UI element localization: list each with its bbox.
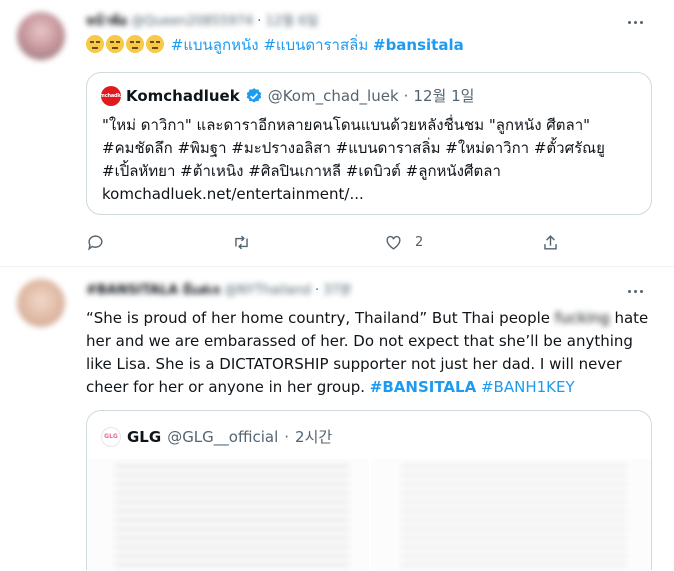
quoted-timestamp[interactable]: 12월 1일 (413, 85, 474, 106)
hashtag-link[interactable]: #bansitala (373, 36, 464, 54)
separator-dot: · (403, 86, 409, 105)
handle[interactable]: @NYThailand (224, 283, 311, 298)
separator-dot: · (314, 283, 320, 298)
separator-dot: · (257, 14, 262, 29)
quoted-handle[interactable]: @GLG__official (167, 428, 278, 446)
avatar[interactable] (17, 12, 65, 60)
quoted-tweet-card[interactable]: komchadluek Komchadluek @Kom_chad_luek ·… (86, 72, 652, 215)
expressionless-face-icon (106, 35, 124, 53)
timestamp[interactable]: 12월 6일 (266, 14, 319, 29)
expressionless-face-icon (126, 35, 144, 53)
censored-word: fucking (554, 309, 610, 327)
quoted-image-left[interactable] (87, 459, 369, 571)
tweet-text-line: like Lisa. She is a DICTATORSHIP support… (86, 355, 622, 373)
tweet-1[interactable]: หน้าพ้อ @Queen20855974 · 12월 6일 #แบนลูกห… (0, 0, 674, 266)
komchadluek-logo-icon: komchadluek (93, 85, 129, 106)
quoted-display-name[interactable]: GLG (127, 428, 161, 446)
hashtag-link[interactable]: #BANSITALA (370, 378, 476, 396)
share-icon (544, 234, 557, 250)
reply-icon (88, 234, 103, 251)
expressionless-face-icon (86, 35, 104, 53)
expressionless-face-icon (146, 35, 164, 53)
display-name[interactable]: หน้าพ้อ (86, 14, 127, 29)
separator-dot: · (284, 427, 290, 446)
share-button[interactable] (541, 230, 560, 254)
quoted-text-line: "ใหม่ ดาวิกา" และดาราอีกหลายคนโดนแบนด้วย… (102, 116, 591, 134)
reply-button[interactable] (86, 230, 105, 254)
tweet-2[interactable]: #BANSITALA มีแต่เจ @NYThailand · 37분 “Sh… (0, 267, 674, 571)
glg-logo-icon: GLG (101, 426, 121, 447)
tweet-text-line: cheer for her or anyone in her group. #B… (86, 376, 575, 399)
quoted-text-line: #เปิ้ลหัทยา #ต้าเหนิง #ศิลปินเกาหลี #เดบ… (102, 162, 501, 180)
quoted-tweet-card[interactable]: GLG GLG @GLG__official · 2시간 (86, 410, 652, 571)
like-button[interactable]: 2 (384, 230, 423, 254)
quoted-timestamp[interactable]: 2시간 (295, 426, 332, 447)
hashtag-link[interactable]: #แบนลูกหนัง (171, 36, 259, 54)
tweet-text-line: “She is proud of her home country, Thail… (86, 307, 648, 330)
tweet-text: #แบนลูกหนัง #แบนดาราสลิ่ม #bansitala (86, 34, 464, 57)
more-options-button[interactable] (620, 12, 650, 32)
timestamp[interactable]: 37분 (323, 283, 352, 298)
text-segment: “She is proud of her home country, Thail… (86, 309, 555, 327)
avatar[interactable] (17, 279, 65, 327)
tweet-text-line: her and we are embarassed of her. Do not… (86, 332, 633, 350)
retweet-icon (235, 235, 248, 249)
handle[interactable]: @Queen20855974 (131, 14, 253, 29)
quoted-text-line: #คมชัดลึก #พิมฐา #มะปรางอลิสา #แบนดาราสล… (102, 139, 605, 157)
quoted-link-text[interactable]: komchadluek.net/entertainment/... (102, 182, 364, 206)
tweet-actions: 2 (86, 230, 566, 254)
text-segment: cheer for her or anyone in her group. (86, 378, 370, 396)
text-segment: hate (609, 309, 649, 327)
display-name[interactable]: #BANSITALA มีแต่เจ (86, 283, 220, 298)
tweet-header: หน้าพ้อ @Queen20855974 · 12월 6일 (86, 10, 318, 31)
quoted-handle[interactable]: @Kom_chad_luek (268, 87, 399, 105)
verified-badge-icon (246, 87, 261, 103)
hashtag-link[interactable]: #BANH1KEY (481, 378, 575, 396)
like-count: 2 (415, 234, 424, 250)
tweet-header: #BANSITALA มีแต่เจ @NYThailand · 37분 (86, 279, 352, 300)
more-options-button[interactable] (620, 281, 650, 301)
retweet-button[interactable] (232, 230, 251, 254)
quoted-image-right[interactable] (371, 459, 651, 571)
hashtag-link[interactable]: #แบนดาราสลิ่ม (263, 36, 368, 54)
quoted-display-name[interactable]: Komchadluek (126, 87, 240, 105)
heart-icon (386, 235, 401, 250)
